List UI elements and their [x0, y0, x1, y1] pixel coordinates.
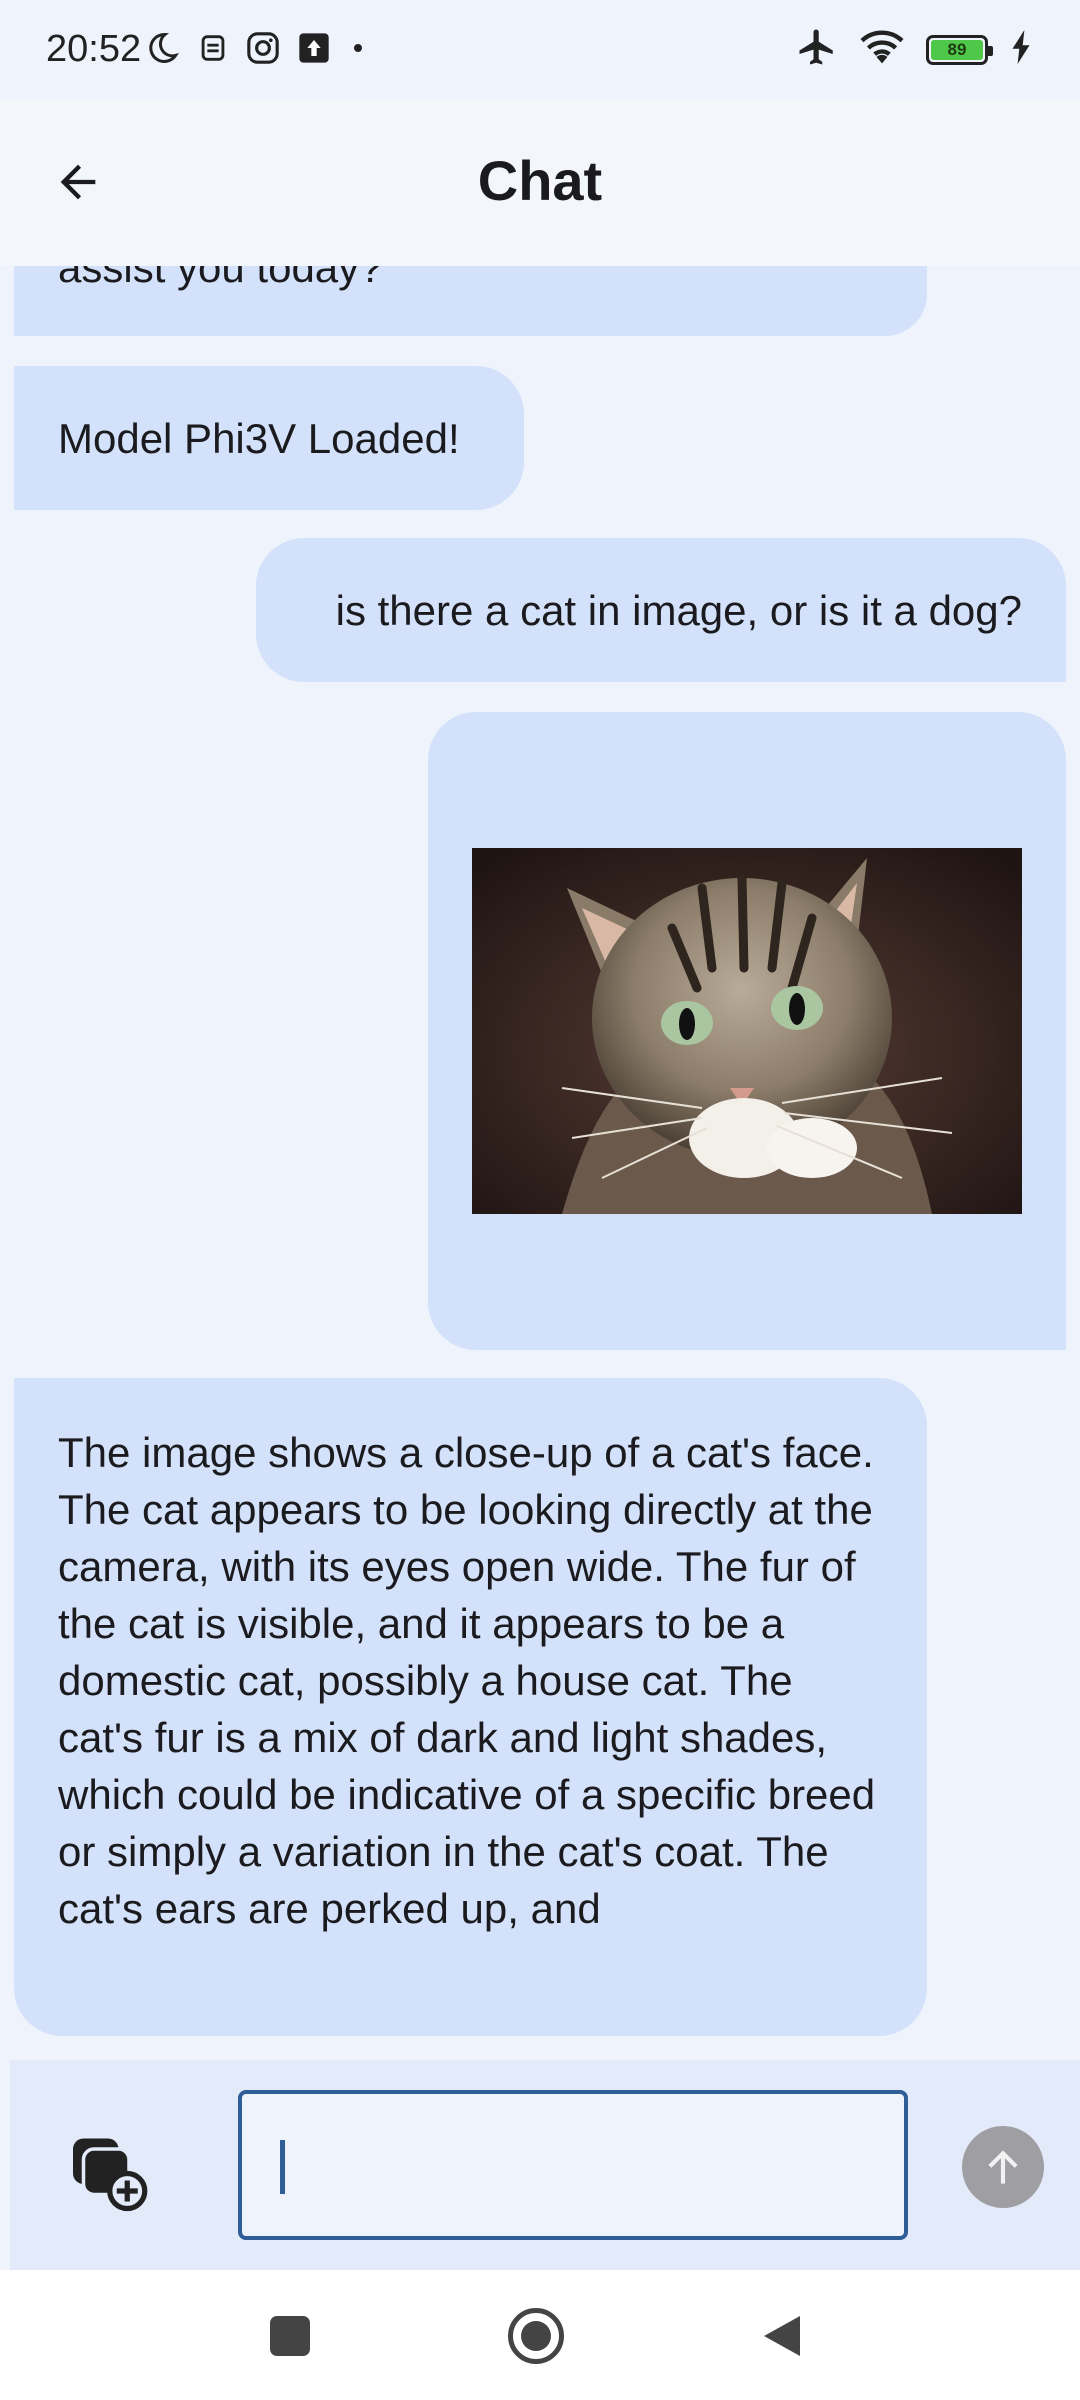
battery-level: 89 — [947, 39, 967, 59]
upload-icon — [298, 32, 330, 69]
charging-icon — [1010, 30, 1032, 69]
recents-icon[interactable] — [270, 2316, 310, 2356]
add-image-icon — [73, 2138, 148, 2212]
status-time: 20:52 — [46, 28, 142, 70]
message-text: Model Phi3V Loaded! — [58, 415, 460, 462]
message-text: is there a cat in image, or is it a dog? — [335, 587, 1022, 634]
message-input[interactable] — [238, 2090, 908, 2240]
instagram-icon — [246, 31, 280, 70]
assistant-message-bubble: The image shows a close-up of a cat's fa… — [14, 1378, 927, 2036]
home-icon[interactable] — [508, 2308, 564, 2364]
cat-image[interactable] — [472, 848, 1022, 1214]
wifi-icon — [860, 27, 904, 72]
dot-icon — [348, 38, 368, 63]
status-bar: 20:52 89 — [0, 0, 1080, 100]
message-text: assist you today? — [58, 266, 383, 291]
attach-image-button[interactable] — [60, 2122, 156, 2218]
assistant-message-bubble: Model Phi3V Loaded! — [14, 366, 524, 510]
message-text: The image shows a close-up of a cat's fa… — [58, 1429, 876, 1932]
assistant-message-bubble: assist you today? — [14, 266, 927, 336]
text-cursor — [280, 2140, 285, 2194]
home-dot — [521, 2321, 551, 2351]
status-icons-right: 89 — [796, 26, 1032, 73]
moon-icon — [144, 30, 180, 71]
battery-icon: 89 — [926, 34, 993, 65]
arrow-up-icon — [988, 2150, 1018, 2184]
page-title: Chat — [477, 149, 603, 212]
user-message-bubble: is there a cat in image, or is it a dog? — [256, 538, 1066, 682]
battery-fill: 89 — [931, 39, 983, 60]
send-button[interactable] — [962, 2126, 1044, 2208]
system-nav-bar — [0, 2270, 1080, 2400]
battery-tip — [988, 45, 993, 56]
status-icons-left — [144, 30, 368, 71]
app-bar: Chat — [0, 100, 1080, 266]
chat-list[interactable]: assist you today? Model Phi3V Loaded! is… — [0, 266, 1080, 2050]
user-image-bubble — [428, 712, 1066, 1350]
back-icon[interactable] — [760, 2312, 804, 2365]
airplane-icon — [796, 26, 838, 73]
input-bar — [10, 2060, 1080, 2270]
robot-icon — [198, 31, 228, 70]
